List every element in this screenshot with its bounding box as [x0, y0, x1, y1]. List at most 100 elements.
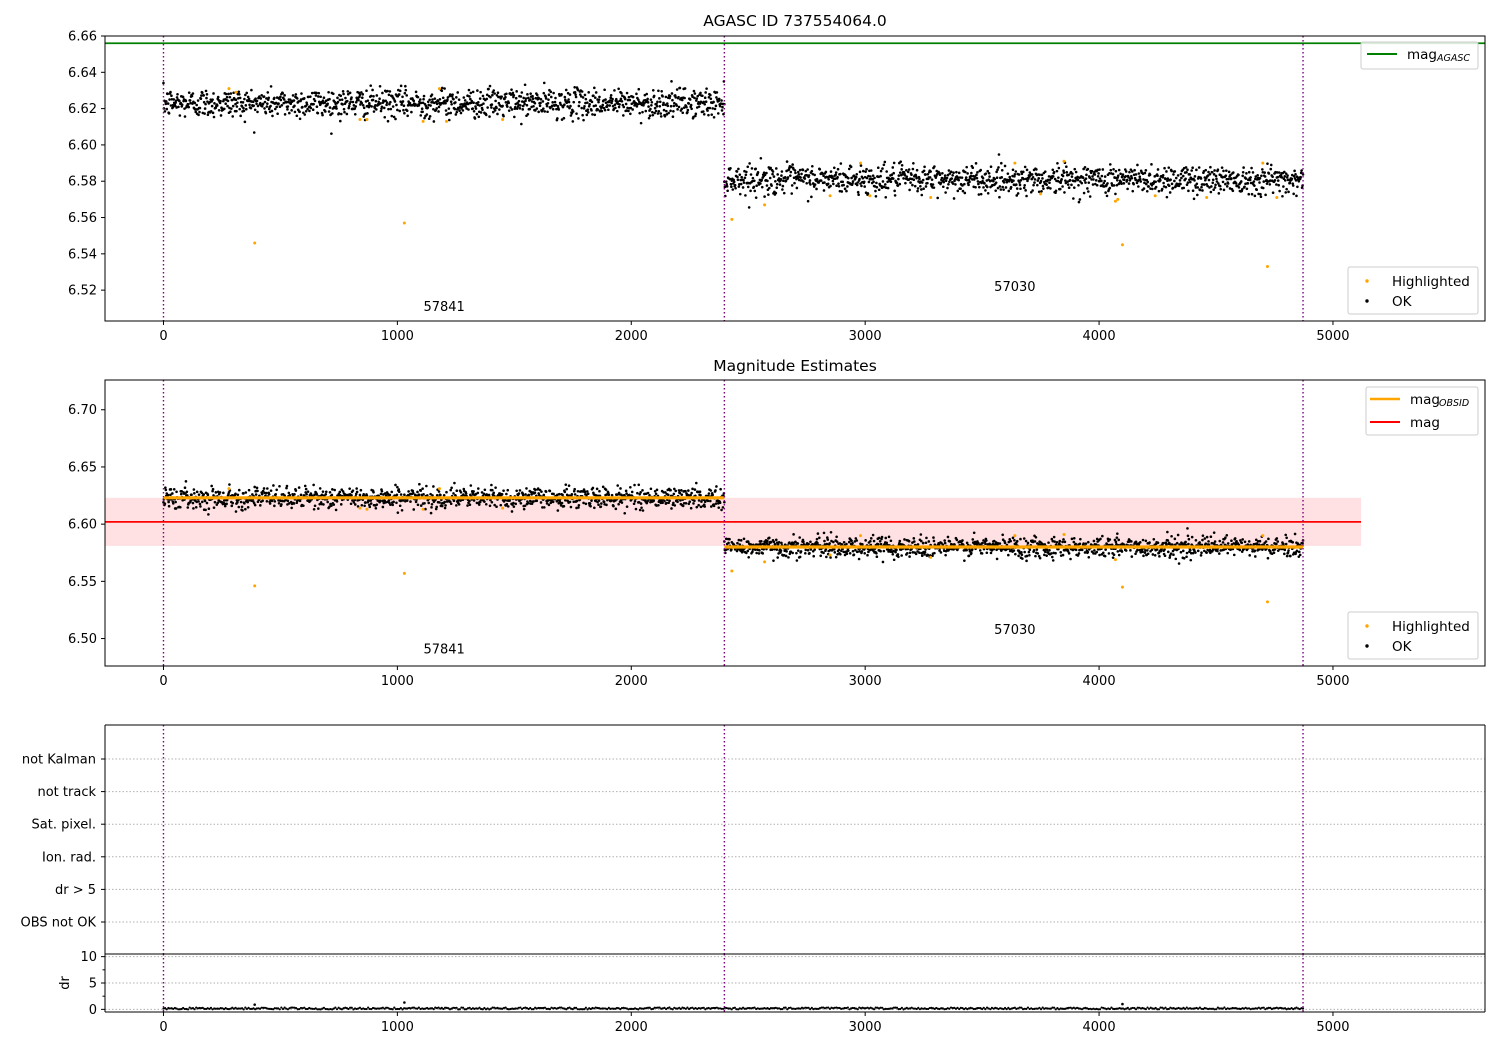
ok-point — [403, 91, 407, 95]
ok-point — [236, 101, 239, 104]
ok-point — [709, 489, 713, 492]
ok-point — [355, 487, 358, 490]
ok-point — [1022, 177, 1026, 181]
ok-point — [620, 501, 624, 504]
ok-point — [410, 110, 413, 114]
ok-point — [1289, 554, 1292, 558]
ok-point — [1026, 541, 1030, 545]
ok-point — [652, 94, 656, 98]
ok-point — [300, 92, 303, 95]
ok-point — [850, 539, 853, 543]
ok-point — [684, 489, 687, 493]
ok-point — [231, 501, 235, 505]
legend-highlighted-marker — [1365, 279, 1369, 283]
ok-point — [1207, 170, 1210, 174]
ok-point — [1226, 551, 1230, 555]
ok-point — [1020, 550, 1023, 554]
ok-point — [213, 500, 217, 504]
ok-point — [425, 113, 429, 116]
ok-point — [752, 185, 756, 189]
ok-point — [627, 109, 630, 113]
ok-point — [1133, 168, 1136, 172]
ok-point — [1297, 550, 1301, 554]
ok-point — [1015, 539, 1019, 543]
y-tick-label: 6.54 — [68, 247, 97, 262]
ok-point — [586, 111, 590, 114]
ok-point — [1006, 172, 1010, 175]
ok-point — [416, 95, 420, 99]
obsid-label: 57030 — [994, 623, 1035, 638]
ok-point — [1150, 163, 1153, 166]
ok-point — [1195, 168, 1198, 172]
ok-point — [593, 96, 597, 99]
ok-point — [1225, 185, 1229, 188]
ok-point — [456, 91, 460, 94]
ok-point — [703, 96, 707, 99]
ok-point — [989, 551, 993, 555]
ok-point — [912, 178, 916, 182]
ok-point — [1198, 188, 1202, 192]
ok-point — [589, 504, 592, 508]
ok-point — [1211, 548, 1215, 551]
ok-point — [808, 551, 811, 555]
ok-point — [1287, 549, 1290, 552]
ok-point — [222, 107, 226, 111]
ok-point — [562, 504, 566, 508]
ok-point — [1251, 171, 1255, 174]
ok-point — [529, 92, 532, 95]
ok-point — [796, 549, 800, 552]
ok-point — [333, 488, 336, 492]
ok-point — [457, 503, 461, 506]
ok-point — [285, 484, 289, 488]
ok-point — [510, 108, 514, 111]
highlighted-point — [868, 194, 872, 198]
ok-point — [358, 93, 362, 97]
ok-point — [997, 153, 1001, 156]
ok-point — [1156, 541, 1160, 545]
ok-point — [1225, 169, 1228, 172]
ok-point — [487, 87, 490, 91]
ok-point — [666, 493, 670, 497]
ok-point — [843, 187, 847, 191]
ok-point — [605, 503, 608, 507]
ok-point — [848, 551, 852, 555]
ok-point — [1078, 542, 1082, 546]
ok-point — [1050, 555, 1054, 559]
ok-point — [447, 112, 450, 115]
ok-point — [312, 483, 315, 487]
ok-point — [604, 98, 607, 101]
ok-point — [766, 179, 769, 183]
ok-point — [277, 501, 281, 505]
ok-point — [767, 186, 771, 190]
highlighted-point — [730, 569, 734, 573]
ok-point — [387, 93, 391, 97]
ok-point — [398, 89, 402, 93]
ok-point — [346, 99, 349, 103]
ok-point — [252, 131, 256, 134]
ok-point — [1203, 537, 1207, 540]
highlighted-point — [421, 119, 425, 123]
ok-point — [688, 98, 692, 101]
ok-point — [366, 99, 370, 102]
highlighted-point — [828, 553, 832, 557]
ok-point — [252, 104, 256, 108]
ok-point — [331, 488, 334, 491]
ok-point — [196, 99, 200, 102]
ok-point — [1292, 192, 1295, 196]
ok-point — [1291, 184, 1295, 187]
ok-point — [1193, 179, 1196, 182]
ok-point — [404, 84, 407, 88]
ok-point — [394, 117, 397, 121]
ok-point — [709, 97, 713, 101]
ok-point — [1033, 178, 1037, 181]
ok-point — [1277, 171, 1281, 174]
ok-point — [1196, 193, 1199, 197]
ok-point — [241, 509, 244, 512]
ok-point — [270, 109, 274, 113]
ok-point — [950, 177, 954, 180]
ok-point — [1084, 181, 1087, 184]
ok-point — [1014, 170, 1018, 173]
ok-point — [765, 184, 769, 187]
ok-point — [757, 552, 761, 555]
ok-point — [340, 98, 344, 101]
